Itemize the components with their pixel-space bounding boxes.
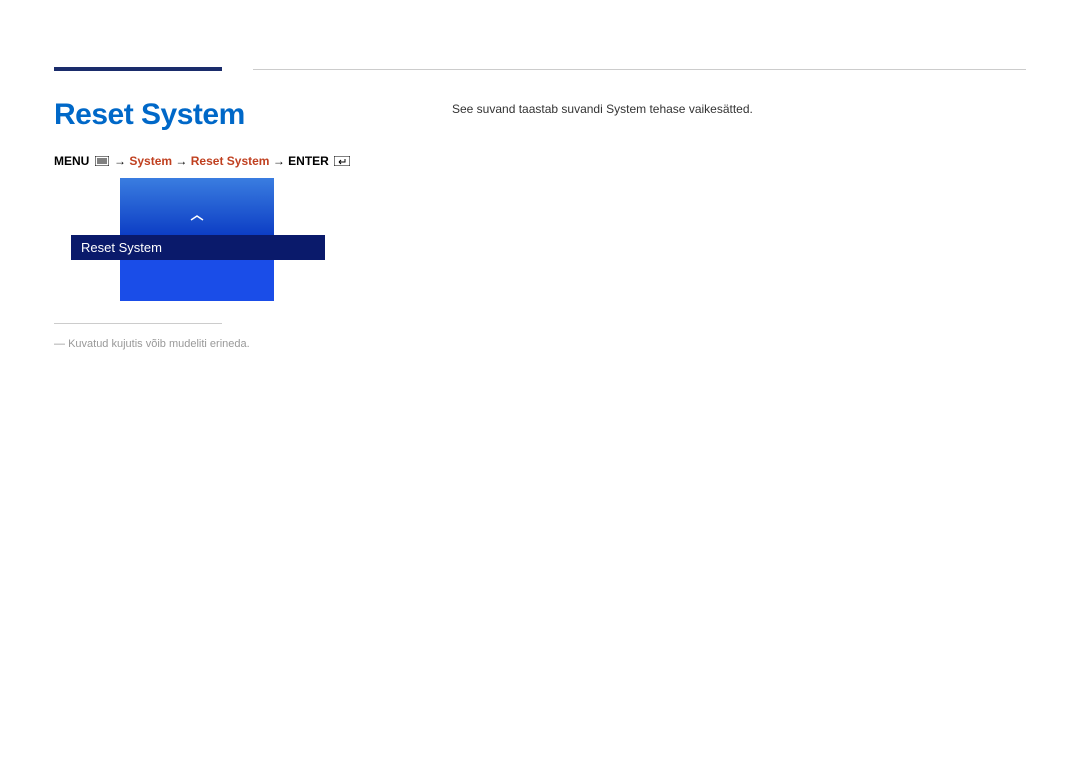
enter-icon — [334, 155, 350, 169]
breadcrumb-reset-system: Reset System — [191, 154, 270, 168]
osd-menu-preview — [120, 178, 274, 235]
breadcrumb-enter: ENTER — [288, 154, 329, 168]
menu-item-reset-system: Reset System — [71, 235, 325, 260]
top-divider — [253, 69, 1026, 70]
breadcrumb-arrow: → — [273, 154, 285, 168]
footnote-divider — [54, 323, 222, 324]
chevron-up-icon — [189, 209, 205, 225]
breadcrumb: MENU → System → Reset System → ENTER — [54, 154, 350, 169]
menu-icon — [95, 155, 109, 169]
accent-bar — [54, 67, 222, 71]
description-text: See suvand taastab suvandi System tehase… — [452, 102, 753, 116]
menu-bottom-area — [120, 260, 274, 301]
breadcrumb-system: System — [129, 154, 172, 168]
breadcrumb-arrow: → — [114, 154, 126, 168]
menu-scroll-up-area — [120, 178, 274, 235]
footnote-text: Kuvatud kujutis võib mudeliti erineda. — [68, 338, 250, 350]
breadcrumb-arrow: → — [175, 154, 187, 168]
menu-item-label: Reset System — [81, 240, 162, 255]
footnote-prefix: ― — [54, 338, 65, 350]
footnote: ― Kuvatud kujutis võib mudeliti erineda. — [54, 338, 250, 350]
breadcrumb-menu: MENU — [54, 154, 89, 168]
page-title: Reset System — [54, 98, 245, 132]
